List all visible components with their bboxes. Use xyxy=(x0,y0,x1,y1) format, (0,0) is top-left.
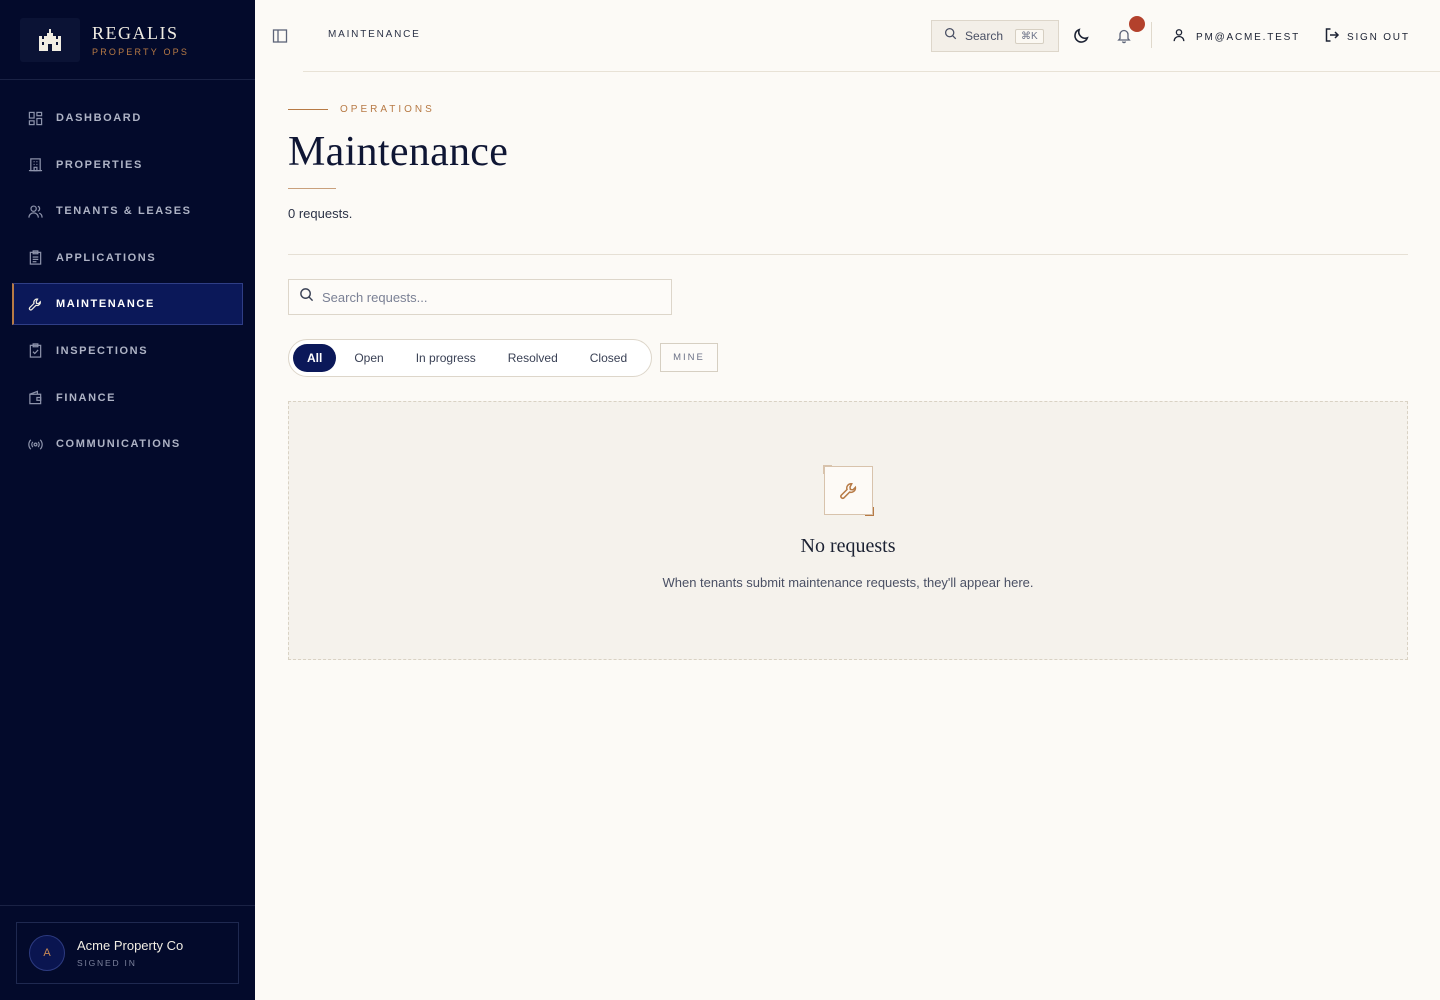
sidebar-item-label: TENANTS & LEASES xyxy=(56,205,192,218)
filter-open[interactable]: Open xyxy=(340,344,397,372)
topbar-border xyxy=(303,71,1440,72)
account-card[interactable]: A Acme Property Co SIGNED IN xyxy=(16,922,239,984)
sidebar: REGALIS PROPERTY OPS DASHBOARD PROPERTIE… xyxy=(0,0,255,1000)
sidebar-item-applications[interactable]: APPLICATIONS xyxy=(12,237,243,279)
topbar-divider xyxy=(1151,22,1152,48)
filter-in-progress[interactable]: In progress xyxy=(402,344,490,372)
sidebar-item-finance[interactable]: FINANCE xyxy=(12,377,243,419)
sidebar-item-label: PROPERTIES xyxy=(56,158,143,171)
request-search-field[interactable] xyxy=(288,279,672,315)
sign-out-label: SIGN OUT xyxy=(1347,32,1410,43)
sidebar-item-label: INSPECTIONS xyxy=(56,344,149,357)
sidebar-item-tenants-leases[interactable]: TENANTS & LEASES xyxy=(12,190,243,232)
search-icon xyxy=(299,287,314,307)
user-menu-button[interactable]: PM@ACME.TEST xyxy=(1172,28,1300,47)
sidebar-item-label: DASHBOARD xyxy=(56,112,142,124)
mine-toggle-button[interactable]: MINE xyxy=(660,343,718,372)
sign-out-button[interactable]: SIGN OUT xyxy=(1324,27,1410,48)
section-eyebrow: OPERATIONS xyxy=(340,104,435,115)
filter-all[interactable]: All xyxy=(293,344,337,372)
sidebar-item-label: FINANCE xyxy=(56,391,117,404)
empty-state: No requests When tenants submit maintena… xyxy=(288,401,1408,660)
breadcrumb: MAINTENANCE xyxy=(328,29,421,40)
status-filter-group: All Open In progress Resolved Closed xyxy=(288,339,652,377)
sidebar-item-label: COMMUNICATIONS xyxy=(56,438,181,451)
empty-state-message: When tenants submit maintenance requests… xyxy=(662,575,1034,590)
brand-name: REGALIS xyxy=(92,22,179,43)
moon-icon[interactable] xyxy=(1073,27,1091,45)
title-underline xyxy=(288,188,336,189)
topbar: MAINTENANCE Search ⌘K PM@ACME.TEST SIGN … xyxy=(255,0,1440,72)
request-count: 0 requests. xyxy=(288,206,353,221)
wrench-icon xyxy=(823,465,874,516)
header-divider xyxy=(288,254,1408,255)
sidebar-item-communications[interactable]: COMMUNICATIONS xyxy=(12,423,243,465)
castle-logo-icon xyxy=(20,17,80,62)
page-title: Maintenance xyxy=(288,129,509,175)
filter-resolved[interactable]: Resolved xyxy=(494,344,572,372)
grid-icon xyxy=(27,110,43,126)
avatar: A xyxy=(29,935,65,971)
account-status: SIGNED IN xyxy=(77,958,137,968)
filter-closed[interactable]: Closed xyxy=(576,344,641,372)
notification-badge xyxy=(1129,16,1145,32)
users-icon xyxy=(27,203,43,219)
clipboard-check-icon xyxy=(27,343,43,359)
sign-out-icon xyxy=(1324,27,1340,48)
clipboard-icon xyxy=(27,250,43,266)
sidebar-item-inspections[interactable]: INSPECTIONS xyxy=(12,330,243,372)
search-label: Search xyxy=(965,29,1004,43)
user-email: PM@ACME.TEST xyxy=(1196,32,1300,43)
sidebar-item-label: APPLICATIONS xyxy=(56,251,157,264)
sidebar-item-properties[interactable]: PROPERTIES xyxy=(12,144,243,186)
sidebar-item-label: MAINTENANCE xyxy=(56,298,155,311)
user-icon xyxy=(1172,28,1186,47)
global-search-button[interactable]: Search ⌘K xyxy=(931,20,1059,52)
search-icon xyxy=(944,27,957,45)
sidebar-footer: A Acme Property Co SIGNED IN xyxy=(0,905,255,1000)
empty-state-title: No requests xyxy=(800,535,896,557)
account-name: Acme Property Co xyxy=(77,938,184,953)
building-icon xyxy=(27,157,43,173)
brand[interactable]: REGALIS PROPERTY OPS xyxy=(0,0,255,80)
search-input[interactable] xyxy=(322,289,662,305)
sidebar-toggle-icon[interactable] xyxy=(272,28,288,44)
wallet-icon xyxy=(27,390,43,406)
sidebar-item-maintenance[interactable]: MAINTENANCE xyxy=(12,283,243,326)
search-shortcut: ⌘K xyxy=(1015,28,1044,44)
eyebrow-rule xyxy=(288,109,328,110)
wrench-icon xyxy=(27,296,43,312)
broadcast-icon xyxy=(27,436,43,452)
brand-subtitle: PROPERTY OPS xyxy=(92,46,190,57)
sidebar-nav: DASHBOARD PROPERTIES TENANTS & LEASES AP… xyxy=(12,97,243,470)
eyebrow-row: OPERATIONS xyxy=(288,104,435,115)
sidebar-item-dashboard[interactable]: DASHBOARD xyxy=(12,97,243,139)
